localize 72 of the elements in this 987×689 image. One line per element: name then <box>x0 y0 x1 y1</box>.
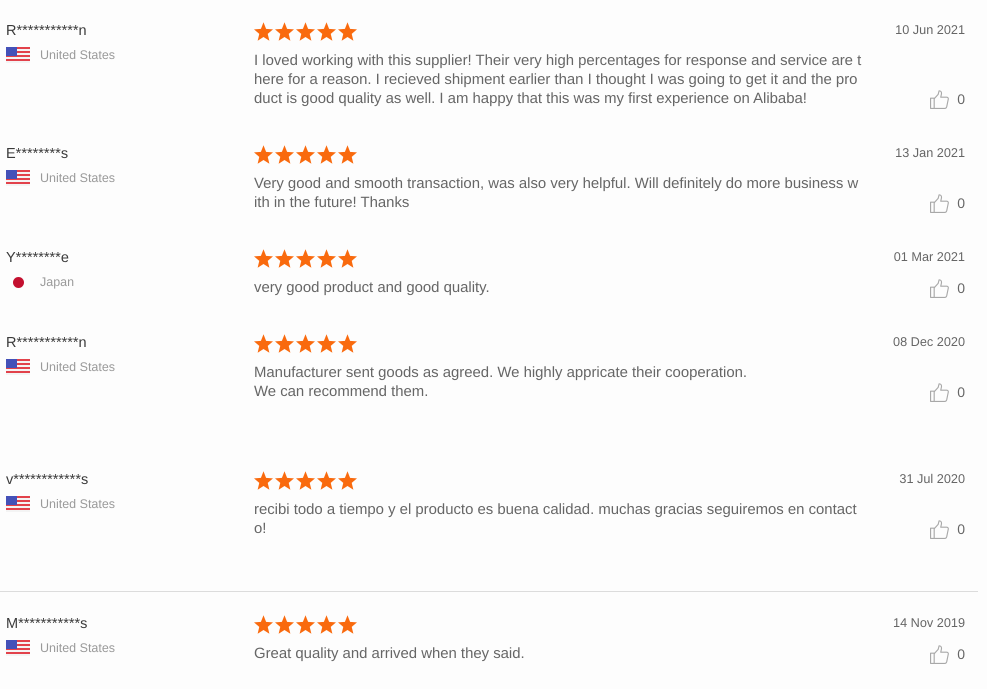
review-date: 01 Mar 2021 <box>894 249 965 265</box>
star-icon <box>296 248 315 268</box>
review-text: Very good and smooth transaction, was also very helpful. Will definitely do more business w ith in the future! Thanks <box>254 175 858 213</box>
review-text: very good product and good quality. <box>254 279 490 298</box>
star-icon <box>317 144 336 164</box>
thumbs-up-icon <box>930 520 950 539</box>
star-icon <box>317 22 336 40</box>
star-icon <box>296 144 315 164</box>
country-name: United States <box>40 496 116 512</box>
star-icon <box>296 334 315 352</box>
star-icon <box>296 470 315 490</box>
star-icon <box>317 248 336 268</box>
country-name: United States <box>40 47 116 63</box>
star-icon <box>275 334 294 352</box>
star-icon <box>275 614 294 634</box>
thumbs-up-icon <box>930 90 950 109</box>
flag-icon <box>6 47 30 63</box>
star-icon <box>317 614 336 634</box>
like-button[interactable]: 0 <box>930 645 965 664</box>
reviewer-name: v************s <box>6 471 88 490</box>
review-text: Great quality and arrived when they said. <box>254 645 525 664</box>
flag-icon <box>6 170 30 186</box>
review-date: 08 Dec 2020 <box>893 334 965 350</box>
thumbs-up-icon <box>930 194 950 213</box>
country-name: United States <box>40 170 116 186</box>
star-icon <box>338 614 357 634</box>
reviewer-name: E********s <box>6 145 68 164</box>
review-text: recibi todo a tiempo y el producto es buena calidad. muchas gracias seguiremos en contact o! <box>254 501 857 539</box>
star-icon <box>275 144 294 164</box>
flag-icon <box>6 496 30 512</box>
review-text: Manufacturer sent goods as agreed. We highly appricate their cooperation. We can recommend them. <box>254 364 748 402</box>
like-button[interactable]: 0 <box>930 383 965 402</box>
star-icon <box>275 22 294 40</box>
like-button[interactable]: 0 <box>930 520 965 539</box>
flag-icon <box>6 359 30 375</box>
reviewer-name: R***********n <box>6 334 87 353</box>
thumbs-up-icon <box>930 383 950 402</box>
reviewer-name: M***********s <box>6 615 88 634</box>
review-date: 31 Jul 2020 <box>899 471 965 487</box>
thumbs-up-icon <box>930 279 950 298</box>
flag-icon <box>12 276 24 288</box>
star-icon <box>338 144 357 164</box>
star-icon <box>296 22 315 40</box>
star-icon <box>254 470 273 490</box>
star-icon <box>254 144 273 164</box>
star-icon <box>338 334 357 352</box>
like-button[interactable]: 0 <box>930 279 965 298</box>
star-icon <box>338 470 357 490</box>
star-icon <box>254 22 273 40</box>
star-icon <box>254 614 273 634</box>
star-icon <box>317 334 336 352</box>
star-icon <box>254 248 273 268</box>
thumbs-up-icon <box>930 645 950 664</box>
star-icon <box>275 470 294 490</box>
review-date: 14 Nov 2019 <box>893 615 965 631</box>
review-date: 13 Jan 2021 <box>895 145 965 161</box>
like-button[interactable]: 0 <box>930 90 965 109</box>
review-text: I loved working with this supplier! Their very high percentages for response and service are t here for a reason. I recieved shipment earlier than I thought I was going to get it and the pro duct is good quality as well. I am happy that this was my first experience on Alibaba! <box>254 52 862 109</box>
star-icon <box>338 22 357 40</box>
review-date: 10 Jun 2021 <box>895 22 965 38</box>
country-name: United States <box>40 359 116 375</box>
star-icon <box>275 248 294 268</box>
reviewer-name: R***********n <box>6 22 87 41</box>
star-icon <box>254 334 273 352</box>
country-name: Japan <box>40 274 74 290</box>
reviewer-name: Y********e <box>6 249 69 268</box>
flag-icon <box>6 640 30 656</box>
like-button[interactable]: 0 <box>930 194 965 213</box>
country-name: United States <box>40 640 116 656</box>
star-icon <box>317 470 336 490</box>
star-icon <box>338 248 357 268</box>
star-icon <box>296 614 315 634</box>
